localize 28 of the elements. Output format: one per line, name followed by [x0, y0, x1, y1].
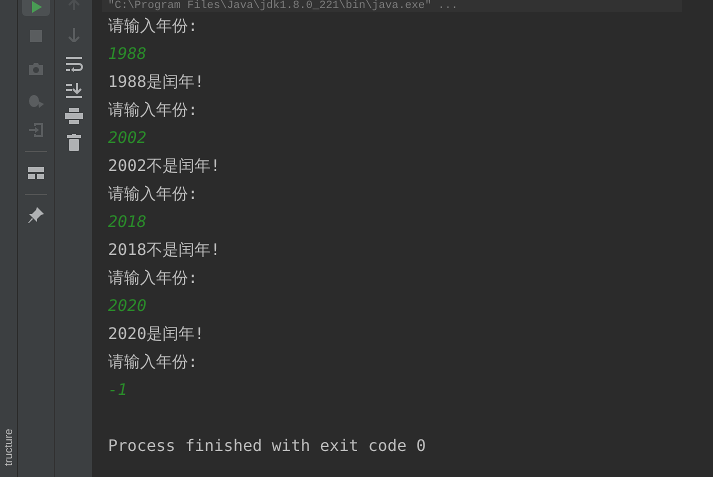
- output-text: 2002不是闰年!: [108, 156, 220, 175]
- prompt-text: 请输入年份:: [108, 184, 198, 203]
- print-icon[interactable]: [64, 108, 82, 124]
- output-text: 1988是闰年!: [108, 72, 204, 91]
- soft-wrap-icon[interactable]: [64, 56, 82, 72]
- entered-text: -1: [108, 380, 128, 399]
- down-arrow-icon[interactable]: [68, 28, 80, 42]
- entered-text: 2020: [108, 296, 147, 315]
- prompt-text: 请输入年份:: [108, 16, 198, 35]
- trash-icon[interactable]: [66, 134, 80, 151]
- prompt-text: 请输入年份:: [108, 100, 198, 119]
- output-text: 2020是闰年!: [108, 324, 204, 343]
- output-text: 2018不是闰年!: [108, 240, 220, 259]
- prompt-text: 请输入年份:: [108, 352, 198, 371]
- login-arrow-icon[interactable]: [28, 122, 44, 138]
- run-button[interactable]: [22, 0, 50, 16]
- layout-icon[interactable]: [28, 166, 44, 180]
- camera-icon[interactable]: [28, 62, 44, 76]
- pin-icon[interactable]: [27, 206, 45, 224]
- scroll-to-end-icon[interactable]: [64, 82, 82, 98]
- output-text: Process finished with exit code 0: [108, 436, 426, 455]
- side-tab[interactable]: tructure: [2, 414, 16, 466]
- prompt-text: 请输入年份:: [108, 268, 198, 287]
- entered-text: 1988: [108, 44, 147, 63]
- run-icon: [29, 1, 43, 15]
- stop-icon[interactable]: [29, 29, 43, 43]
- entered-text: 2018: [108, 212, 147, 231]
- entered-text: 2002: [108, 128, 147, 147]
